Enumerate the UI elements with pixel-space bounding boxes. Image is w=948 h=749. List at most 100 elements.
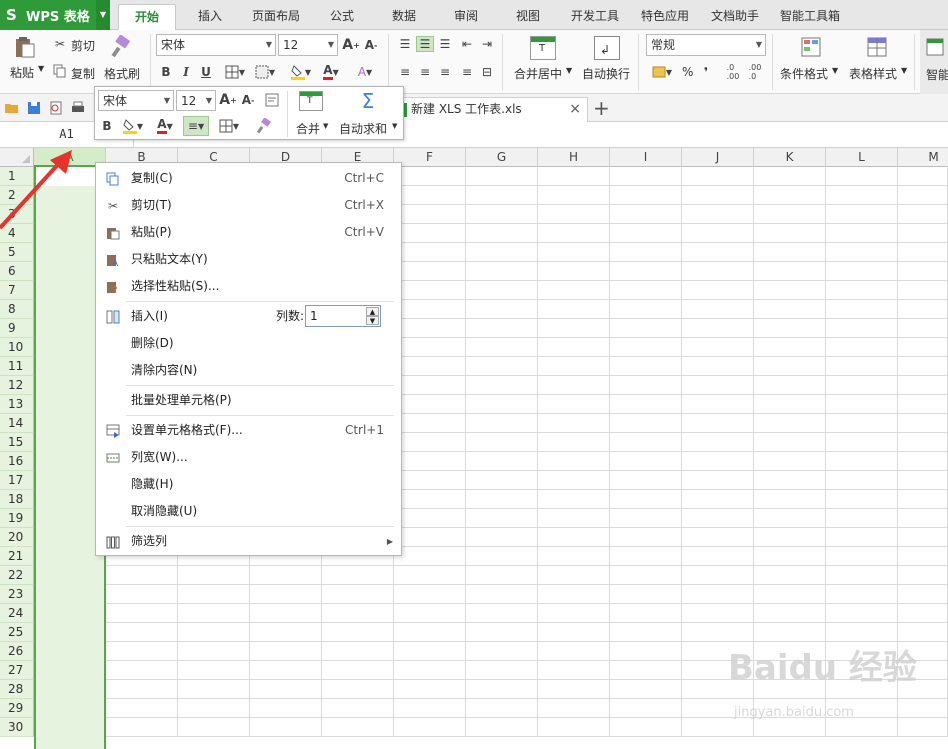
- close-icon[interactable]: ×: [569, 98, 581, 121]
- grid-cell[interactable]: [538, 661, 610, 680]
- row-header[interactable]: 17: [0, 471, 34, 490]
- grid-cell[interactable]: [538, 699, 610, 718]
- grid-cell[interactable]: [394, 680, 466, 699]
- grid-cell[interactable]: [826, 376, 898, 395]
- mini-border-icon[interactable]: ▼: [215, 117, 243, 135]
- grid-cell[interactable]: [826, 528, 898, 547]
- grid-cell[interactable]: [394, 414, 466, 433]
- grid-cell[interactable]: [250, 604, 322, 623]
- grid-cell[interactable]: [538, 319, 610, 338]
- grid-cell[interactable]: [178, 604, 250, 623]
- grid-cell[interactable]: [754, 585, 826, 604]
- grid-cell[interactable]: [394, 661, 466, 680]
- format-painter-button[interactable]: 格式刷: [104, 65, 140, 82]
- grid-cell[interactable]: [538, 414, 610, 433]
- grid-cell[interactable]: [610, 547, 682, 566]
- grid-cell[interactable]: [754, 490, 826, 509]
- grid-cell[interactable]: [610, 718, 682, 737]
- decrease-indent-icon[interactable]: ⇤: [458, 36, 476, 52]
- grid-cell[interactable]: [826, 281, 898, 300]
- grid-cell[interactable]: [610, 243, 682, 262]
- grid-cell[interactable]: [754, 205, 826, 224]
- grid-cell[interactable]: [682, 718, 754, 737]
- grid-cell[interactable]: [826, 395, 898, 414]
- grid-cell[interactable]: [250, 718, 322, 737]
- grid-cell[interactable]: [538, 452, 610, 471]
- row-header[interactable]: 30: [0, 718, 34, 737]
- align-center-icon[interactable]: ≡: [416, 64, 434, 80]
- row-header[interactable]: 6: [0, 262, 34, 281]
- row-header[interactable]: 16: [0, 452, 34, 471]
- paste-dropdown-icon[interactable]: ▼: [38, 64, 44, 73]
- grid-cell[interactable]: [610, 395, 682, 414]
- grid-cell[interactable]: [466, 547, 538, 566]
- format-painter-icon[interactable]: [108, 34, 134, 60]
- grid-cell[interactable]: [466, 452, 538, 471]
- grid-cell[interactable]: [898, 414, 948, 433]
- grid-cell[interactable]: [682, 414, 754, 433]
- increase-decimal-icon[interactable]: .0.00: [724, 63, 742, 81]
- grid-cell[interactable]: [826, 205, 898, 224]
- sigma-icon[interactable]: Σ: [357, 89, 379, 113]
- mini-increase-font-icon[interactable]: A +: [219, 91, 237, 109]
- grid-cell[interactable]: [610, 319, 682, 338]
- merge-center-icon[interactable]: T: [530, 36, 556, 60]
- grid-cell[interactable]: [826, 585, 898, 604]
- align-top-icon[interactable]: ☰: [396, 36, 414, 52]
- grid-cell[interactable]: [898, 186, 948, 205]
- column-header[interactable]: K: [754, 148, 826, 167]
- insert-count-spinner[interactable]: 1 ▲ ▼: [305, 305, 381, 327]
- grid-cell[interactable]: [466, 338, 538, 357]
- row-header[interactable]: 18: [0, 490, 34, 509]
- grid-cell[interactable]: [610, 661, 682, 680]
- grid-cell[interactable]: [682, 376, 754, 395]
- grid-cell[interactable]: [682, 490, 754, 509]
- row-header[interactable]: 8: [0, 300, 34, 319]
- grid-cell[interactable]: [898, 433, 948, 452]
- grid-cell[interactable]: [826, 509, 898, 528]
- row-header[interactable]: 25: [0, 623, 34, 642]
- row-header[interactable]: 29: [0, 699, 34, 718]
- grid-cell[interactable]: [178, 642, 250, 661]
- tab-special[interactable]: 特色应用: [634, 4, 696, 30]
- grid-cell[interactable]: [466, 699, 538, 718]
- mini-align-center-icon[interactable]: ≡ ▼: [183, 116, 209, 136]
- grid-cell[interactable]: [898, 281, 948, 300]
- distributed-align-icon[interactable]: ⊟: [478, 64, 496, 80]
- row-header[interactable]: 7: [0, 281, 34, 300]
- grid-cell[interactable]: [538, 509, 610, 528]
- grid-cell[interactable]: [466, 205, 538, 224]
- grid-cell[interactable]: [826, 224, 898, 243]
- menu-item-hide[interactable]: 隐藏(H): [96, 471, 401, 498]
- grid-cell[interactable]: [754, 338, 826, 357]
- mini-comment-icon[interactable]: [263, 91, 281, 109]
- menu-item-format-cells[interactable]: 设置单元格格式(F)... Ctrl+1: [96, 417, 401, 444]
- align-left-icon[interactable]: ≡: [396, 64, 414, 80]
- grid-cell[interactable]: [610, 604, 682, 623]
- grid-cell[interactable]: [610, 167, 682, 186]
- grid-cell[interactable]: [394, 300, 466, 319]
- grid-cell[interactable]: [682, 243, 754, 262]
- row-header[interactable]: 26: [0, 642, 34, 661]
- grid-cell[interactable]: [754, 319, 826, 338]
- grid-cell[interactable]: [826, 604, 898, 623]
- grid-cell[interactable]: [754, 452, 826, 471]
- grid-cell[interactable]: [538, 357, 610, 376]
- grid-cell[interactable]: [106, 604, 178, 623]
- grid-cell[interactable]: [394, 338, 466, 357]
- grid-cell[interactable]: [610, 338, 682, 357]
- menu-item-paste[interactable]: 粘贴(P) Ctrl+V: [96, 219, 401, 246]
- font-color-icon[interactable]: A ▼: [318, 63, 344, 81]
- grid-cell[interactable]: [826, 452, 898, 471]
- grid-cell[interactable]: [610, 224, 682, 243]
- grid-cell[interactable]: [466, 357, 538, 376]
- grid-cell[interactable]: [682, 547, 754, 566]
- open-folder-icon[interactable]: [4, 100, 20, 116]
- mini-font-size-select[interactable]: 12 ▼: [176, 90, 216, 111]
- save-icon[interactable]: [26, 100, 42, 116]
- grid-cell[interactable]: [610, 528, 682, 547]
- grid-cell[interactable]: [394, 205, 466, 224]
- grid-cell[interactable]: [826, 414, 898, 433]
- mini-bold-icon[interactable]: B: [99, 117, 115, 135]
- grid-cell[interactable]: [682, 509, 754, 528]
